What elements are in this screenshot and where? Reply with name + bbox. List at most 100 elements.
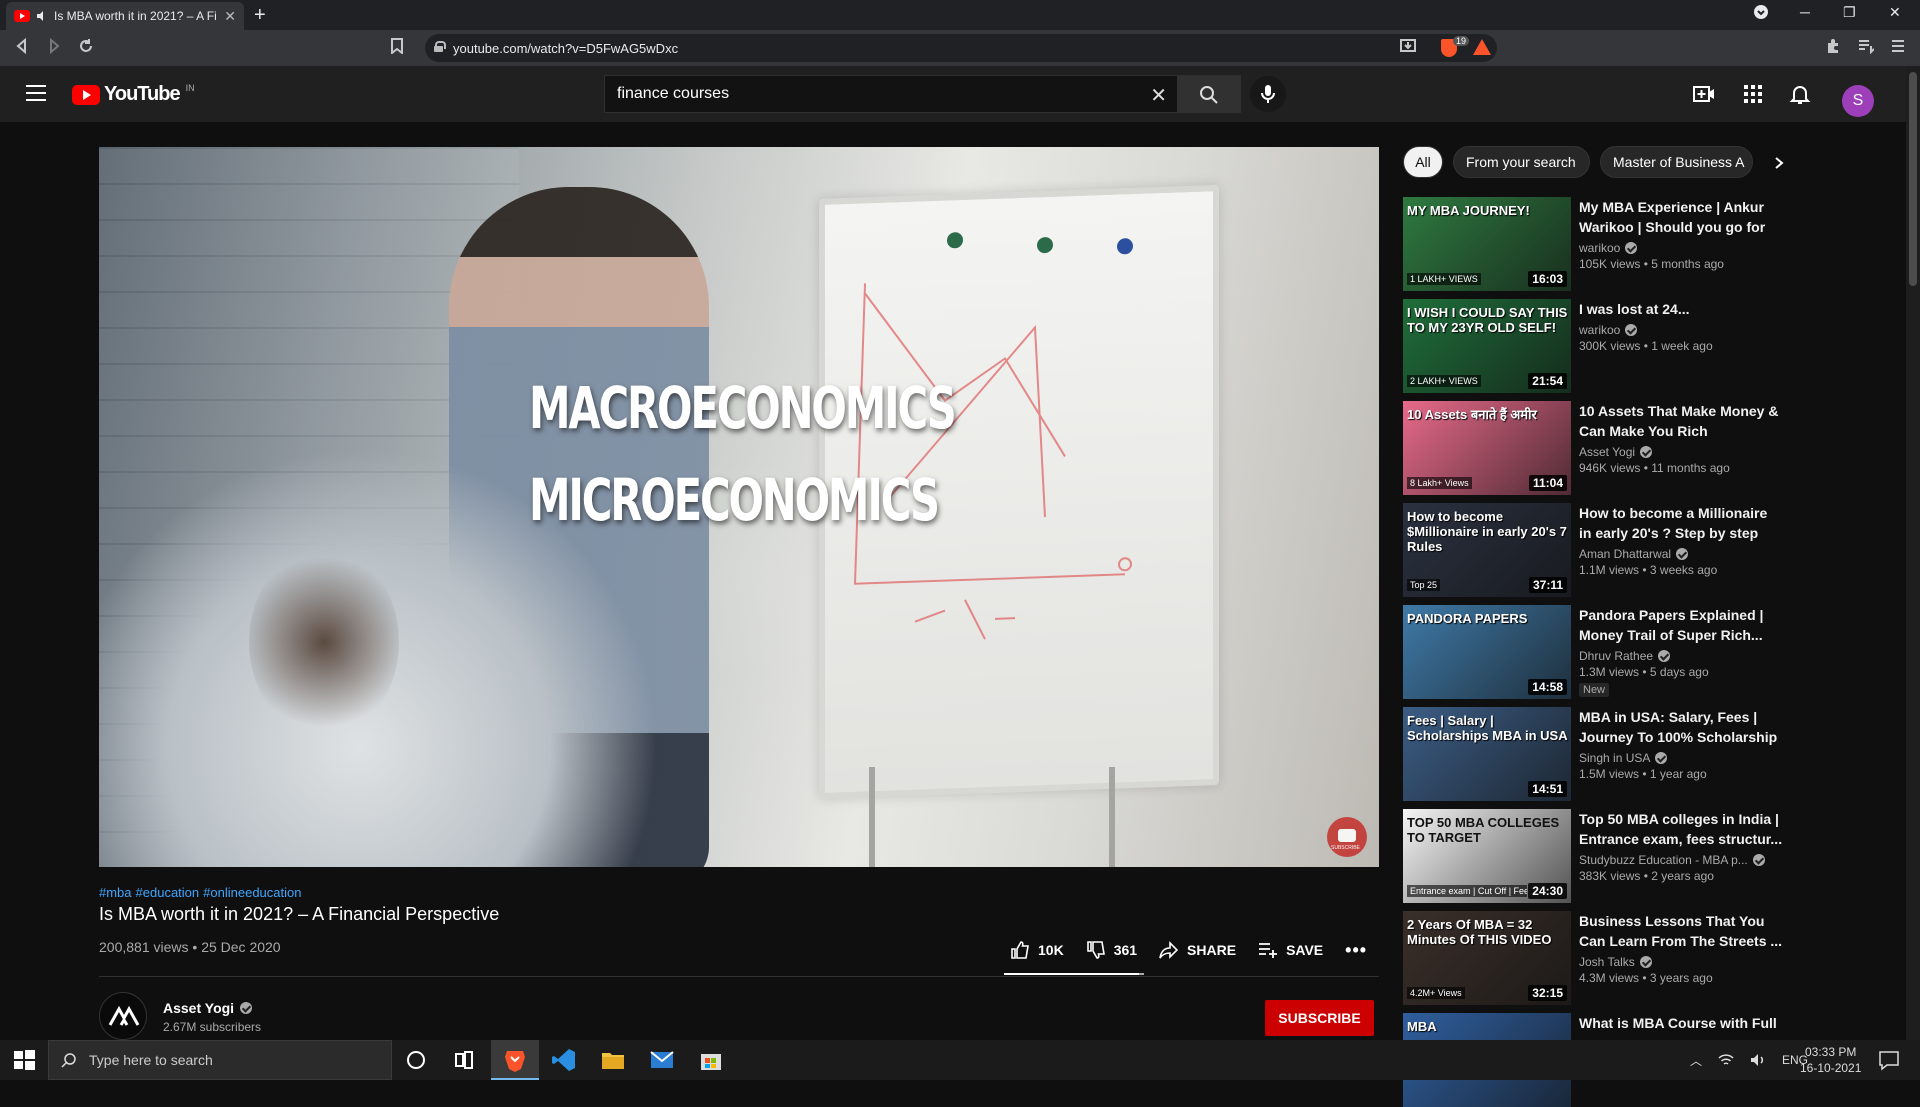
reload-icon[interactable] <box>78 38 94 54</box>
address-bar[interactable]: youtube.com/watch?v=D5FwAG5wDxc <box>425 34 1497 62</box>
recommendation-title[interactable]: Business Lessons That You Can Learn From… <box>1579 911 1783 951</box>
hashtag-link[interactable]: #mba <box>99 885 132 900</box>
back-icon[interactable] <box>14 38 30 54</box>
show-hidden-icons-chevron-icon[interactable]: ︿ <box>1690 1052 1702 1069</box>
new-tab-icon[interactable]: + <box>254 4 266 27</box>
scrollbar-thumb[interactable] <box>1909 72 1917 286</box>
extensions-icon[interactable] <box>1825 38 1841 54</box>
recommendation-item[interactable]: TOP 50 MBA COLLEGES TO TARGET Entrance ex… <box>1403 809 1783 903</box>
browser-menu-icon[interactable] <box>1890 38 1906 54</box>
channel-watermark-subscribe-icon[interactable]: SUBSCRIBE <box>1327 817 1367 857</box>
recommendation-item[interactable]: How to become $Millionaire in early 20's… <box>1403 503 1783 597</box>
channel-avatar[interactable] <box>99 992 147 1040</box>
bookmark-icon[interactable] <box>390 38 404 54</box>
brave-browser-icon[interactable] <box>502 1047 528 1073</box>
chip-master-of-business[interactable]: Master of Business A <box>1600 146 1753 178</box>
chevron-right-icon[interactable] <box>1773 156 1785 170</box>
video-overlay-text: MACROECONOMICS MICROECONOMICS <box>529 362 1029 546</box>
share-button[interactable]: SHARE <box>1159 940 1236 960</box>
action-center-icon[interactable] <box>1876 1047 1902 1073</box>
recommendation-thumbnail[interactable]: 2 Years Of MBA = 32 Minutes Of THIS VIDE… <box>1403 911 1571 1005</box>
close-window-icon[interactable]: ✕ <box>1889 4 1901 21</box>
clear-search-icon[interactable]: ✕ <box>1150 83 1167 108</box>
recommendation-channel[interactable]: Aman Dhattarwal <box>1579 547 1783 561</box>
recommendation-title[interactable]: MBA in USA: Salary, Fees | Journey To 10… <box>1579 707 1783 747</box>
windows-start-icon[interactable] <box>11 1047 37 1073</box>
subscribe-button[interactable]: SUBSCRIBE <box>1265 1000 1374 1036</box>
dislike-button[interactable]: 361 <box>1086 940 1137 960</box>
browser-tab[interactable]: Is MBA worth it in 2021? – A Fi ✕ <box>6 2 244 30</box>
hashtag-link[interactable]: #onlineeducation <box>203 885 301 900</box>
tab-search-icon[interactable] <box>1753 4 1769 23</box>
create-video-icon[interactable] <box>1692 82 1716 106</box>
recommendation-thumbnail[interactable]: How to become $Millionaire in early 20's… <box>1403 503 1571 597</box>
hashtag-link[interactable]: #education <box>136 885 200 900</box>
recommendation-views: 1.1M views <box>1579 563 1640 577</box>
more-actions-button[interactable]: ••• <box>1345 940 1367 961</box>
system-clock[interactable]: 03:33 PM 16-10-2021 <box>1800 1044 1861 1076</box>
recommendation-title[interactable]: Pandora Papers Explained | Money Trail o… <box>1579 605 1783 645</box>
chip-all[interactable]: All <box>1403 146 1443 178</box>
recommendation-thumbnail[interactable]: Fees | Salary | Scholarships MBA in USA 1… <box>1403 707 1571 801</box>
overlay-line-2: MICROECONOMICS <box>529 466 940 534</box>
restore-icon[interactable]: ❐ <box>1843 4 1856 21</box>
task-view-icon[interactable] <box>451 1047 477 1073</box>
guide-menu-icon[interactable] <box>26 85 46 101</box>
recommendation-channel[interactable]: warikoo <box>1579 241 1783 255</box>
voice-search-button[interactable] <box>1250 76 1286 112</box>
minimize-icon[interactable]: ─ <box>1800 4 1810 20</box>
vscode-icon[interactable] <box>551 1047 577 1073</box>
recommendation-item[interactable]: 2 Years Of MBA = 32 Minutes Of THIS VIDE… <box>1403 911 1783 1005</box>
recommendation-thumbnail[interactable]: I WISH I COULD SAY THIS TO MY 23YR OLD S… <box>1403 299 1571 393</box>
recommendation-title[interactable]: How to become a Millionaire in early 20'… <box>1579 503 1783 543</box>
recommendation-channel[interactable]: warikoo <box>1579 323 1783 337</box>
microsoft-store-icon[interactable] <box>698 1047 724 1073</box>
account-avatar[interactable]: S <box>1842 85 1874 117</box>
recommendation-channel[interactable]: Dhruv Rathee <box>1579 649 1783 663</box>
volume-icon[interactable] <box>1750 1053 1766 1067</box>
recommendation-channel[interactable]: Josh Talks <box>1579 955 1783 969</box>
speaker-icon[interactable] <box>36 10 48 22</box>
media-queue-icon[interactable] <box>1858 38 1874 54</box>
taskbar-search-box[interactable]: Type here to search <box>48 1040 392 1080</box>
install-app-icon[interactable] <box>1400 38 1416 54</box>
recommendation-item[interactable]: Fees | Salary | Scholarships MBA in USA 1… <box>1403 707 1783 801</box>
recommendation-title[interactable]: Top 50 MBA colleges in India | Entrance … <box>1579 809 1783 849</box>
notifications-bell-icon[interactable] <box>1788 82 1812 106</box>
mail-icon[interactable] <box>649 1047 675 1073</box>
recommendation-title[interactable]: What is MBA Course with Full <box>1579 1013 1783 1033</box>
recommendation-title[interactable]: I was lost at 24... <box>1579 299 1783 319</box>
youtube-logo[interactable]: YouTube IN <box>72 83 195 106</box>
recommendation-item[interactable]: PANDORA PAPERS 14:58 Pandora Papers Explai… <box>1403 605 1783 699</box>
wifi-icon[interactable] <box>1718 1053 1734 1067</box>
recommendation-channel-name: Josh Talks <box>1579 955 1635 969</box>
forward-icon[interactable] <box>46 38 62 54</box>
save-button[interactable]: SAVE <box>1258 940 1323 960</box>
brave-shields-count: 19 <box>1453 36 1470 46</box>
recommendation-title[interactable]: 10 Assets That Make Money & Can Make You… <box>1579 401 1783 441</box>
recommendation-channel[interactable]: Asset Yogi <box>1579 445 1783 459</box>
chip-from-your-search[interactable]: From your search <box>1453 146 1590 178</box>
recommendation-item[interactable]: 10 Assets बनाते हैं अमीर 8 Lakh+ Views 11:… <box>1403 401 1783 495</box>
recommendation-channel[interactable]: Singh in USA <box>1579 751 1783 765</box>
channel-name[interactable]: Asset Yogi <box>163 1000 253 1016</box>
recommendation-item[interactable]: I WISH I COULD SAY THIS TO MY 23YR OLD S… <box>1403 299 1783 393</box>
close-tab-icon[interactable]: ✕ <box>224 8 236 25</box>
search-button[interactable] <box>1177 75 1241 113</box>
recommendation-title[interactable]: My MBA Experience | Ankur Warikoo | Shou… <box>1579 197 1783 237</box>
like-button[interactable]: 10K <box>1010 940 1064 960</box>
recommendation-thumbnail[interactable]: MY MBA JOURNEY! 1 LAKH+ VIEWS 16:03 <box>1403 197 1571 291</box>
video-player[interactable]: MACROECONOMICS MICROECONOMICS SUBSCRIBE <box>99 147 1379 867</box>
recommendation-item[interactable]: MY MBA JOURNEY! 1 LAKH+ VIEWS 16:03 My MBA … <box>1403 197 1783 291</box>
recommendation-thumbnail[interactable]: PANDORA PAPERS 14:58 <box>1403 605 1571 699</box>
brave-rewards-icon[interactable] <box>1473 39 1491 55</box>
search-input[interactable]: finance courses ✕ <box>604 75 1178 113</box>
video-duration: 24:30 <box>1528 883 1567 899</box>
verified-check-icon <box>1625 242 1638 254</box>
recommendation-thumbnail[interactable]: 10 Assets बनाते हैं अमीर 8 Lakh+ Views 11:… <box>1403 401 1571 495</box>
recommendation-channel[interactable]: Studybuzz Education - MBA p... <box>1579 853 1783 867</box>
file-explorer-icon[interactable] <box>600 1047 626 1073</box>
apps-grid-icon[interactable] <box>1741 82 1765 106</box>
cortana-icon[interactable] <box>403 1047 429 1073</box>
recommendation-thumbnail[interactable]: TOP 50 MBA COLLEGES TO TARGET Entrance ex… <box>1403 809 1571 903</box>
